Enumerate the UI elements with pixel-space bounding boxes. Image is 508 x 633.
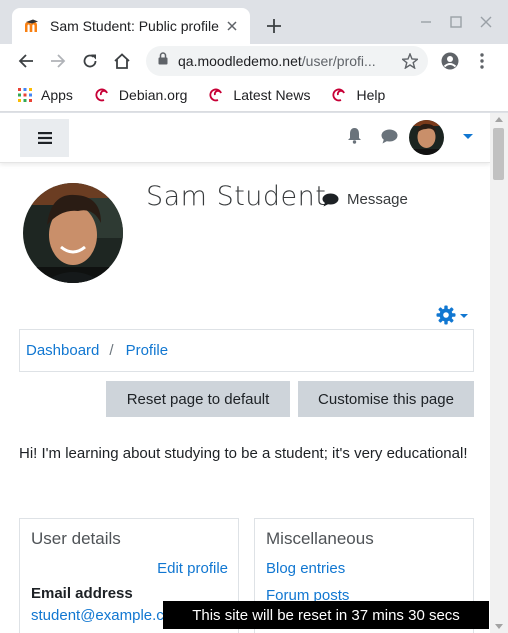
bookmark-label: Debian.org: [118, 86, 188, 103]
customise-page-button[interactable]: Customise this page: [298, 381, 474, 417]
bookmark-label: Latest News: [233, 86, 311, 103]
profile-name-heading: Sam Student: [146, 181, 327, 212]
profile-picture: [23, 183, 123, 283]
address-bar[interactable]: qa.moodledemo.net/user/profi...: [146, 46, 428, 76]
bookmark-star-icon[interactable]: [400, 52, 420, 74]
minimize-icon[interactable]: [414, 10, 438, 34]
bookmarks-bar: Apps Debian.org Latest News Help: [0, 78, 508, 112]
breadcrumb-profile-link[interactable]: Profile: [126, 342, 169, 359]
forward-arrow-icon[interactable]: [45, 48, 71, 74]
maximize-icon[interactable]: [444, 10, 468, 34]
user-avatar[interactable]: [409, 120, 444, 155]
message-button[interactable]: Message: [322, 191, 408, 208]
browser-tab-strip: Sam Student: Public profile: [0, 0, 508, 44]
messages-icon[interactable]: [381, 129, 398, 149]
url-path: /user/profi...: [301, 53, 376, 69]
debian-swirl-icon: [209, 88, 223, 101]
url-host: qa.moodledemo.net: [178, 53, 302, 69]
apps-grid-icon: [18, 87, 32, 102]
email-label: Email address: [31, 585, 133, 602]
drawer-toggle-button[interactable]: [20, 119, 69, 157]
breadcrumb-separator: /: [109, 342, 114, 359]
site-reset-notice: This site will be reset in 37 mins 30 se…: [163, 601, 489, 629]
gear-icon: [436, 305, 456, 325]
home-icon[interactable]: [109, 48, 135, 74]
debian-swirl-icon: [332, 88, 346, 101]
bookmark-label: Help: [356, 86, 386, 103]
url-text: qa.moodledemo.net/user/profi...: [178, 53, 390, 69]
scrollbar-thumb[interactable]: [493, 128, 504, 180]
bookmark-apps[interactable]: Apps: [18, 87, 73, 103]
account-icon[interactable]: [437, 48, 463, 74]
moodle-favicon-icon: [24, 18, 40, 34]
hamburger-menu-icon: [37, 132, 52, 144]
back-arrow-icon[interactable]: [13, 48, 39, 74]
bookmark-latest-news[interactable]: Latest News: [209, 87, 310, 103]
scroll-up-arrow-icon[interactable]: [495, 117, 503, 122]
close-window-icon[interactable]: [474, 10, 498, 34]
tab-title: Sam Student: Public profile: [50, 18, 219, 34]
scroll-down-arrow-icon[interactable]: [495, 624, 503, 629]
email-link[interactable]: student@example.com: [31, 607, 185, 624]
chat-bubble-icon: [322, 193, 339, 206]
bookmark-debian[interactable]: Debian.org: [95, 86, 188, 103]
lock-icon: [158, 52, 168, 70]
reload-icon[interactable]: [77, 48, 103, 74]
user-menu-caret-icon[interactable]: [463, 134, 473, 139]
moodle-navbar: [0, 113, 490, 163]
message-label: Message: [347, 191, 408, 208]
new-tab-plus-icon[interactable]: [262, 14, 286, 38]
page-viewport: Sam Student Message Dashboard / Profile …: [0, 113, 508, 633]
breadcrumb-dashboard-link[interactable]: Dashboard: [26, 342, 99, 359]
breadcrumb: Dashboard / Profile: [19, 329, 474, 372]
blog-entries-link[interactable]: Blog entries: [266, 560, 345, 577]
bookmark-help[interactable]: Help: [332, 87, 385, 103]
profile-description: Hi! I'm learning about studying to be a …: [19, 445, 468, 462]
page-settings-menu[interactable]: [436, 305, 468, 325]
chevron-down-icon: [460, 314, 468, 318]
miscellaneous-title: Miscellaneous: [266, 529, 374, 548]
edit-profile-link[interactable]: Edit profile: [157, 560, 228, 577]
browser-tab[interactable]: Sam Student: Public profile: [12, 8, 250, 44]
user-details-title: User details: [31, 529, 121, 548]
bookmark-label: Apps: [41, 86, 73, 103]
page-scrollbar[interactable]: [490, 113, 508, 633]
browser-toolbar: qa.moodledemo.net/user/profi...: [0, 44, 508, 78]
reset-page-button[interactable]: Reset page to default: [106, 381, 290, 417]
browser-menu-icon[interactable]: [469, 48, 495, 74]
close-tab-icon[interactable]: [222, 16, 242, 36]
debian-swirl-icon: [95, 88, 108, 101]
notification-bell-icon[interactable]: [347, 127, 362, 149]
